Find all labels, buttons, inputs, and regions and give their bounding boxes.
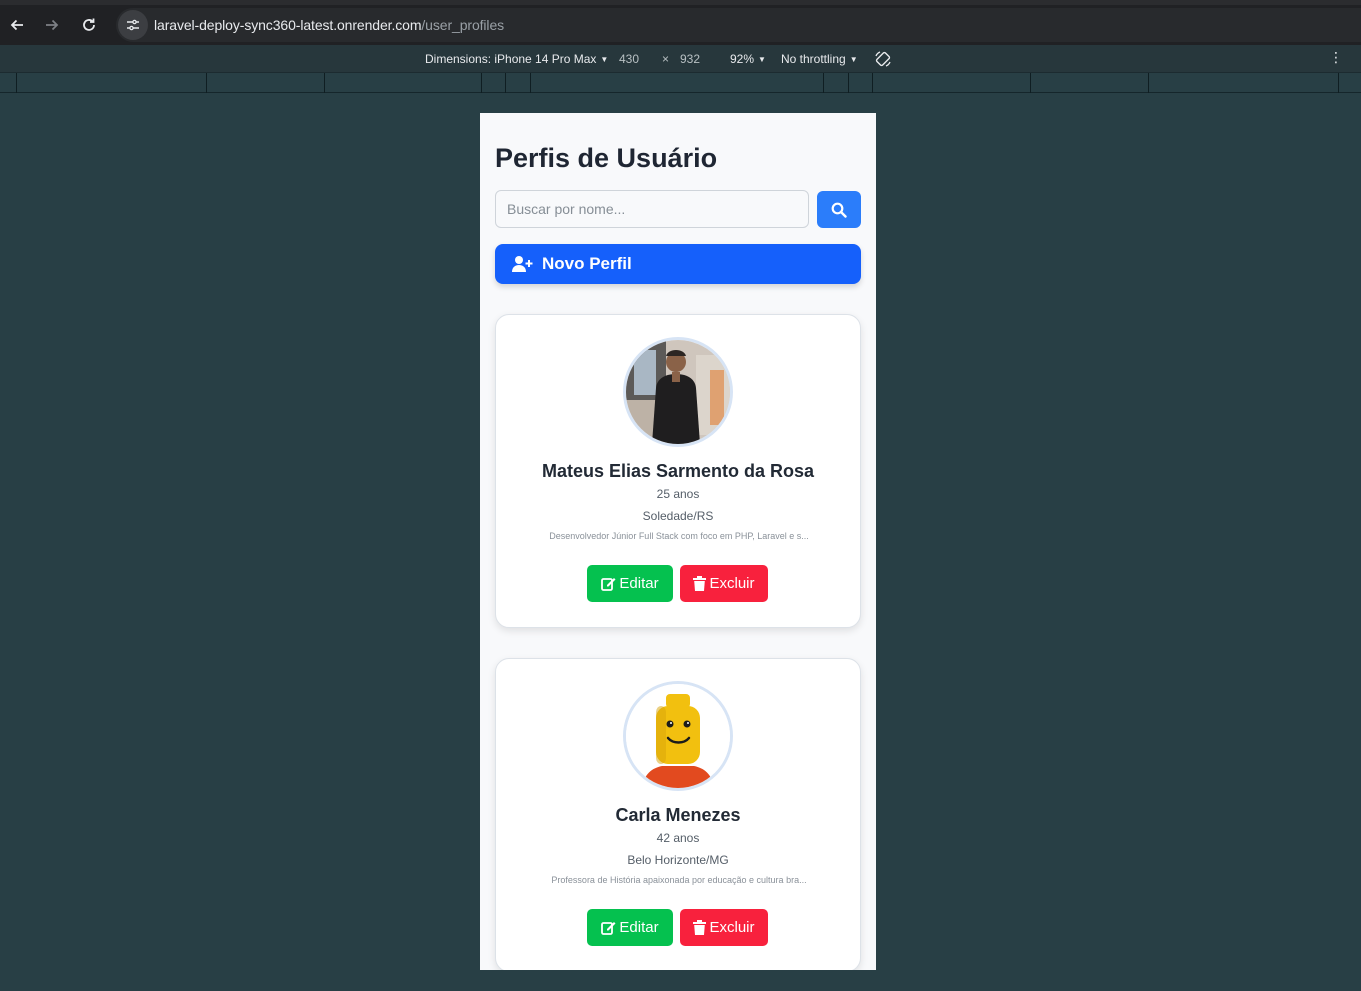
profile-name: Carla Menezes (615, 805, 741, 825)
ruler-tick (1030, 73, 1031, 93)
page-title: Perfis de Usuário (495, 143, 718, 173)
ruler-tick (16, 73, 17, 93)
reload-button[interactable] (75, 11, 103, 39)
width-input[interactable]: 430 (619, 52, 639, 66)
profile-city: Soledade/RS (642, 509, 714, 523)
user-plus-icon (512, 255, 534, 273)
avatar (623, 337, 733, 447)
new-profile-button[interactable]: Novo Perfil (495, 244, 861, 284)
avatar (623, 681, 733, 791)
device-viewport: Perfis de Usuário Novo Perfil Ma (480, 113, 876, 970)
ruler-tick (481, 73, 482, 93)
search-icon (831, 202, 847, 218)
profile-age: 42 anos (656, 831, 700, 845)
throttling-label: No throttling (781, 52, 846, 66)
forward-button[interactable] (38, 11, 66, 39)
ruler-tick (1338, 73, 1339, 93)
arrow-left-icon (10, 19, 23, 31)
profile-city: Belo Horizonte/MG (627, 853, 729, 867)
trash-icon (693, 576, 707, 591)
delete-label: Excluir (709, 919, 755, 936)
media-query-ruler (0, 73, 1361, 93)
edit-button[interactable]: Editar (587, 909, 673, 946)
site-info-button[interactable] (118, 10, 148, 40)
profile-bio: Professora de História apaixonada por ed… (551, 875, 807, 885)
ruler-tick (1148, 73, 1149, 93)
new-profile-label: Novo Perfil (542, 254, 632, 273)
trash-icon (693, 920, 707, 935)
back-button[interactable] (3, 11, 31, 39)
device-label: Dimensions: iPhone 14 Pro Max (425, 52, 597, 66)
edit-label: Editar (619, 575, 659, 592)
ruler-tick (530, 73, 531, 93)
tune-icon (127, 19, 139, 31)
rotate-button[interactable] (874, 50, 892, 71)
more-options-icon[interactable]: ⋮ (1329, 50, 1343, 64)
edit-icon (601, 920, 616, 935)
url-text: laravel-deploy-sync360-latest.onrender.c… (154, 17, 504, 33)
ruler-tick (872, 73, 873, 93)
height-input[interactable]: 932 (680, 52, 700, 66)
delete-button[interactable]: Excluir (680, 565, 768, 602)
profile-card: Carla Menezes 42 anos Belo Horizonte/MG … (495, 658, 861, 970)
profile-bio: Desenvolvedor Júnior Full Stack com foco… (549, 531, 809, 541)
ruler-tick (848, 73, 849, 93)
device-select[interactable]: Dimensions: iPhone 14 Pro Max ▼ (425, 52, 608, 66)
search-button[interactable] (817, 191, 861, 228)
ruler-tick (505, 73, 506, 93)
device-toolbar: Dimensions: iPhone 14 Pro Max ▼ 430 × 932… (0, 45, 1361, 73)
address-bar[interactable]: laravel-deploy-sync360-latest.onrender.c… (116, 8, 1361, 42)
ruler-tick (206, 73, 207, 93)
times-separator: × (662, 52, 670, 66)
url-domain: laravel-deploy-sync360-latest.onrender.c… (154, 17, 422, 33)
dropdown-caret-icon: ▼ (849, 55, 858, 64)
url-path: /user_profiles (421, 17, 505, 33)
arrow-right-icon (46, 19, 59, 31)
browser-toolbar: laravel-deploy-sync360-latest.onrender.c… (0, 0, 1361, 45)
delete-button[interactable]: Excluir (680, 909, 768, 946)
search-input[interactable] (495, 190, 809, 228)
zoom-select[interactable]: 92% ▼ (730, 52, 766, 66)
dropdown-caret-icon: ▼ (758, 55, 766, 64)
edit-button[interactable]: Editar (587, 565, 673, 602)
ruler-tick (324, 73, 325, 93)
delete-label: Excluir (709, 575, 755, 592)
profile-card: Mateus Elias Sarmento da Rosa 25 anos So… (495, 314, 861, 628)
zoom-label: 92% (730, 52, 755, 66)
ruler-tick (823, 73, 824, 93)
rotate-icon (875, 51, 891, 67)
profile-age: 25 anos (656, 487, 700, 501)
edit-label: Editar (619, 919, 659, 936)
profile-name: Mateus Elias Sarmento da Rosa (541, 461, 815, 481)
dropdown-caret-icon: ▼ (600, 55, 609, 64)
throttling-select[interactable]: No throttling ▼ (781, 52, 858, 66)
edit-icon (601, 576, 616, 591)
reload-icon (83, 18, 95, 31)
